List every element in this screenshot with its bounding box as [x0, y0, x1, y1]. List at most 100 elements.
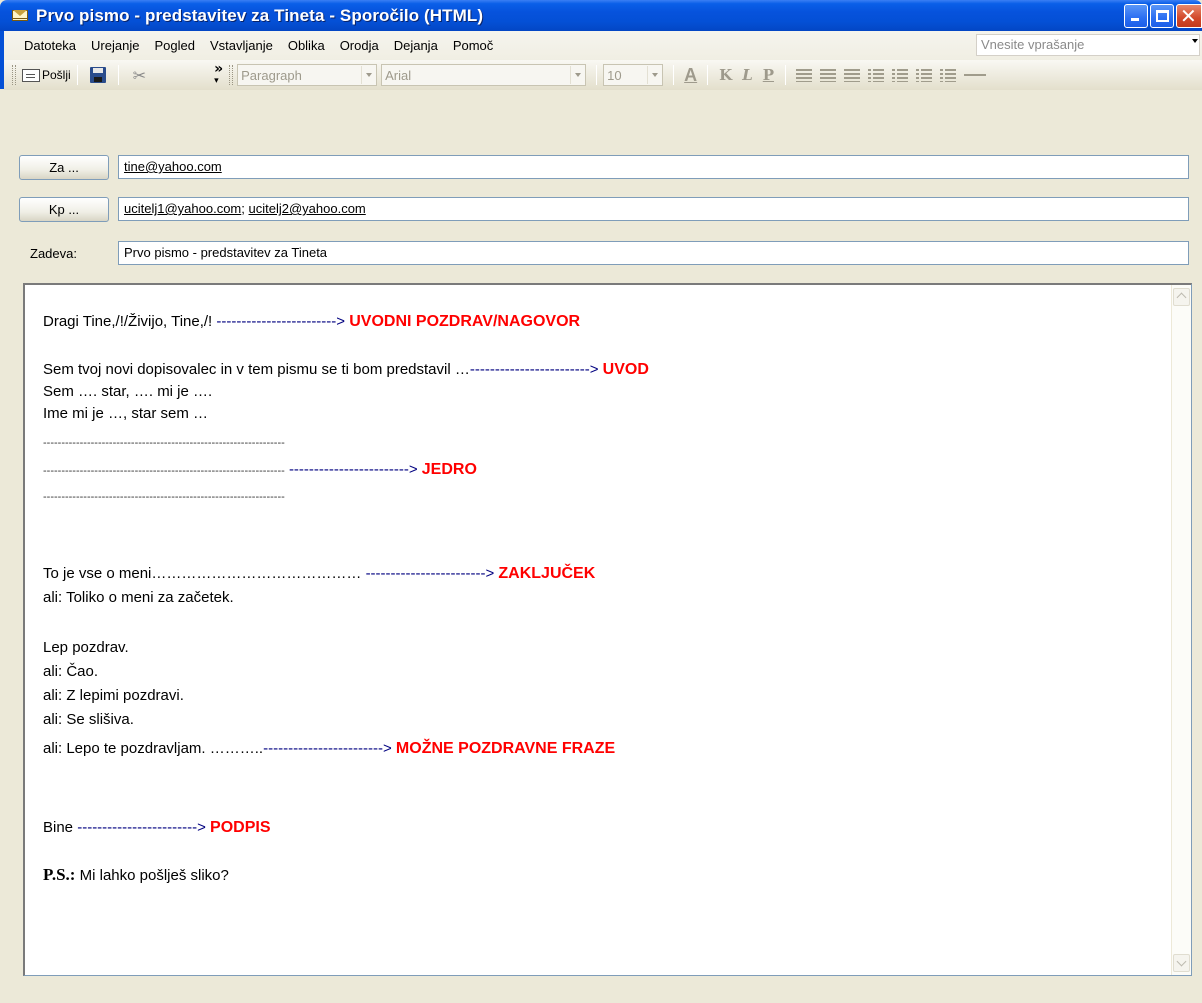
menu-orodja[interactable]: Orodja: [340, 38, 379, 53]
intro-text: Sem tvoj novi dopisovalec in v tem pismu…: [43, 361, 470, 378]
send-icon: [22, 68, 40, 82]
menu-datoteka[interactable]: Datoteka: [24, 38, 76, 53]
annotation-label: UVOD: [602, 361, 649, 378]
ps-marker: P.S.:: [43, 865, 76, 884]
title-bar[interactable]: Prvo pismo - predstavitev za Tineta - Sp…: [0, 0, 1202, 31]
scroll-down-icon[interactable]: [1173, 954, 1190, 972]
menu-urejanje[interactable]: Urejanje: [91, 38, 139, 53]
to-address[interactable]: tine@yahoo.com: [124, 159, 222, 174]
toolbar-separator: [596, 65, 598, 85]
font-combo[interactable]: Arial: [381, 64, 587, 86]
menu-vstavljanje[interactable]: Vstavljanje: [210, 38, 273, 53]
to-button-label: Za ...: [49, 160, 79, 175]
minimize-button[interactable]: [1124, 4, 1148, 28]
menu-pomoc[interactable]: Pomoč: [453, 38, 493, 53]
menu-bar: Datoteka Urejanje Pogled Vstavljanje Obl…: [24, 31, 508, 59]
toolbar-separator: [673, 65, 675, 85]
body-line: To je vse o meni…………………………………… ---------…: [43, 565, 595, 583]
align-center-icon[interactable]: [820, 68, 837, 82]
size-combo[interactable]: 10: [603, 64, 664, 86]
annotation-arrow: ------------------------>: [216, 313, 346, 330]
toolbar-separator: [785, 65, 787, 85]
cc-field[interactable]: ucitelj1@yahoo.com; ucitelj2@yahoo.com: [118, 197, 1189, 221]
help-dropdown-icon[interactable]: [1192, 39, 1198, 43]
body-line: Sem tvoj novi dopisovalec in v tem pismu…: [43, 361, 649, 379]
chevron-down-icon[interactable]: [570, 66, 584, 84]
help-question-input[interactable]: Vnesite vprašanje: [976, 34, 1200, 56]
annotation-label: PODPIS: [210, 819, 271, 836]
maximize-button[interactable]: [1150, 4, 1174, 28]
annotation-label: JEDRO: [421, 461, 477, 478]
chevron-down-icon[interactable]: [361, 66, 375, 84]
toolbar-grip[interactable]: [229, 65, 234, 85]
numbered-list-icon[interactable]: [892, 68, 909, 82]
bold-icon[interactable]: K: [719, 66, 732, 84]
to-button[interactable]: Za ...: [19, 155, 109, 180]
toolbar-grip[interactable]: [12, 65, 16, 85]
toolbar: Pošlji ✂ » ▾ Paragraph Arial 10 A K L P: [4, 60, 1202, 90]
save-icon[interactable]: [89, 67, 106, 83]
align-right-icon[interactable]: [844, 68, 861, 82]
ps-text: Mi lahko pošlješ sliko?: [75, 867, 229, 884]
chevron-down-icon[interactable]: [647, 66, 661, 84]
body-line: Sem …. star, …. mi je ….: [43, 383, 213, 400]
scroll-up-icon[interactable]: [1173, 288, 1190, 306]
decrease-indent-icon[interactable]: [916, 68, 933, 82]
body-line: Lep pozdrav.: [43, 639, 129, 656]
style-combo[interactable]: Paragraph: [237, 64, 378, 86]
subject-field[interactable]: Prvo pismo - predstavitev za Tineta: [118, 241, 1189, 265]
body-line: P.S.: Mi lahko pošlješ sliko?: [43, 865, 229, 885]
cc-button-label: Kp ...: [48, 202, 80, 217]
to-field[interactable]: tine@yahoo.com: [118, 155, 1189, 179]
vertical-scrollbar[interactable]: [1171, 285, 1191, 975]
body-line: Dragi Tine,/!/Živijo, Tine,/! ----------…: [43, 313, 580, 331]
underline-icon[interactable]: P: [763, 66, 774, 84]
toolbar-separator: [76, 65, 78, 85]
menu-oblika[interactable]: Oblika: [288, 38, 325, 53]
body-line: ----------------------------------------…: [43, 461, 477, 479]
annotation-arrow: ------------------------>: [288, 461, 418, 478]
align-left-icon[interactable]: [796, 68, 813, 82]
cc-button[interactable]: Kp ...: [19, 197, 109, 222]
style-value: Paragraph: [241, 67, 302, 83]
menu-pogled[interactable]: Pogled: [154, 38, 194, 53]
body-line: ali: Se slišiva.: [43, 711, 134, 728]
body-line: Ime mi je …, star sem …: [43, 405, 209, 422]
italic-icon[interactable]: L: [742, 66, 753, 84]
closing-text: To je vse o meni……………………………………: [43, 565, 366, 582]
cc-separator: ;: [241, 201, 249, 216]
body-line: ali: Čao.: [43, 663, 99, 680]
cc-address-1[interactable]: ucitelj1@yahoo.com: [124, 201, 241, 216]
annotation-label: MOŽNE POZDRAVNE FRAZE: [395, 740, 616, 757]
annotation-label: UVODNI POZDRAV/NAGOVOR: [349, 313, 581, 330]
cc-address-2[interactable]: ucitelj2@yahoo.com: [249, 201, 366, 216]
size-value: 10: [607, 67, 622, 83]
envelope-icon: [10, 8, 30, 23]
horizontal-line-icon[interactable]: [964, 74, 987, 76]
menu-dejanja[interactable]: Dejanja: [394, 38, 438, 53]
increase-indent-icon[interactable]: [940, 68, 957, 82]
annotation-arrow: ------------------------>: [77, 819, 206, 836]
window-title: Prvo pismo - predstavitev za Tineta - Sp…: [36, 5, 484, 25]
font-color-icon[interactable]: A: [684, 65, 697, 86]
body-line: Bine ------------------------> PODPIS: [43, 819, 271, 837]
subject-value[interactable]: Prvo pismo - predstavitev za Tineta: [124, 245, 327, 260]
cut-icon[interactable]: ✂: [133, 66, 146, 85]
placeholder-line: ----------------------------------------…: [43, 491, 285, 503]
close-button[interactable]: ✕: [1176, 4, 1202, 28]
subject-label: Zadeva:: [30, 246, 77, 261]
annotation-label: ZAKLJUČEK: [498, 565, 596, 582]
body-line: ali: Z lepimi pozdravi.: [43, 687, 184, 704]
placeholder-line: ----------------------------------------…: [43, 465, 285, 477]
bullet-list-icon[interactable]: [868, 68, 885, 82]
body-line: ali: Toliko o meni za začetek.: [43, 589, 234, 606]
status-bar: [0, 988, 1202, 1003]
message-body[interactable]: Dragi Tine,/!/Živijo, Tine,/! ----------…: [23, 283, 1192, 976]
menu-toolbar-area: Datoteka Urejanje Pogled Vstavljanje Obl…: [0, 31, 1202, 90]
send-label: Pošlji: [42, 68, 71, 82]
toolbar-overflow-icon[interactable]: » ▾: [214, 62, 223, 86]
toolbar-separator: [707, 65, 709, 85]
annotation-arrow: ------------------------>: [469, 361, 599, 378]
toolbar-separator: [117, 65, 119, 85]
send-button[interactable]: Pošlji: [22, 68, 71, 82]
